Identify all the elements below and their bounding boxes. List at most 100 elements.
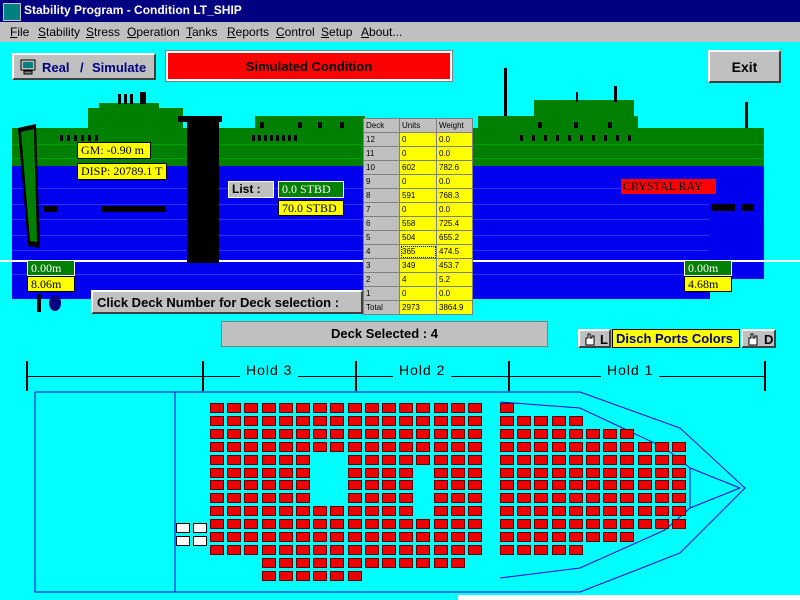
table-row: 9 0 0.0: [363, 174, 473, 189]
deck-table-header: Deck Units Weight: [363, 118, 473, 133]
hand-right-icon: [747, 332, 759, 351]
hull-opening: [102, 206, 166, 212]
deck-number-button[interactable]: 7: [363, 202, 400, 217]
weight-cell: 655.2: [436, 230, 473, 245]
deck-line: [12, 274, 709, 275]
disch-right-label: D: [764, 332, 774, 347]
menu-stress[interactable]: Stress: [86, 25, 120, 39]
deck-number-button[interactable]: 3: [363, 258, 400, 273]
real-label: Real: [42, 60, 70, 75]
list-value2: 70.0 STBD: [278, 200, 344, 216]
superstructure-left: [88, 108, 183, 128]
draft-aft-top: 0.00m: [27, 260, 75, 276]
window-edge: [458, 595, 800, 600]
menu-setup[interactable]: Setup: [321, 25, 352, 39]
vent: [118, 94, 121, 104]
units-cell: 0: [399, 286, 437, 301]
title-bar: Stability Program - Condition LT_SHIP: [0, 0, 800, 22]
exit-label: Exit: [731, 59, 758, 75]
disch-right-button[interactable]: D: [741, 329, 776, 348]
propeller-icon: [33, 292, 63, 314]
menu-bar: File Stability Stress Operation Tanks Re…: [0, 22, 800, 42]
porthole-row: [520, 135, 640, 141]
menu-about[interactable]: About...: [361, 25, 402, 39]
table-row: 7 0 0.0: [363, 202, 473, 217]
table-header-cell: Units: [399, 118, 437, 133]
disp-label: DISP: 20789.1 T: [77, 163, 167, 180]
table-row: Total 2973 3864.9: [363, 300, 473, 315]
weight-cell: 0.0: [436, 174, 473, 189]
hold-tick: [202, 361, 204, 391]
draft-aft: 8.06m: [27, 276, 75, 292]
table-row: 11 0 0.0: [363, 146, 473, 161]
deck-number-button[interactable]: 1: [363, 286, 400, 301]
window-title: Stability Program - Condition LT_SHIP: [24, 3, 242, 17]
weight-cell: 0.0: [436, 202, 473, 217]
units-cell: 0: [399, 146, 437, 161]
menu-reports[interactable]: Reports: [227, 25, 269, 39]
hold-1-label: Hold 1: [601, 362, 660, 378]
porthole: [538, 122, 542, 128]
exit-button[interactable]: Exit: [708, 50, 781, 83]
menu-operation[interactable]: Operation: [127, 25, 180, 39]
deck-plan-outline: [34, 391, 746, 593]
deck-prompt: Click Deck Number for Deck selection :: [91, 290, 363, 314]
deck-number-button: Total: [363, 300, 400, 315]
simulate-label: Simulate: [92, 60, 147, 75]
weight-cell: 3864.9: [436, 300, 473, 315]
vent: [124, 94, 127, 104]
bridge-right: [534, 100, 634, 116]
funnel: [140, 92, 146, 104]
menu-file[interactable]: File: [10, 25, 29, 39]
deck-number-button[interactable]: 6: [363, 216, 400, 231]
deck-number-button[interactable]: 11: [363, 146, 400, 161]
units-cell: 504: [399, 230, 437, 245]
deck-selected-panel: Deck Selected : 4: [221, 321, 548, 347]
deck-number-button[interactable]: 12: [363, 132, 400, 147]
computer-icon: [20, 59, 36, 75]
table-row: 8 591 768.3: [363, 188, 473, 203]
menu-control[interactable]: Control: [276, 25, 315, 39]
units-cell: 558: [399, 216, 437, 231]
deck-number-button[interactable]: 5: [363, 230, 400, 245]
hold-2-label: Hold 2: [393, 362, 452, 378]
vent: [130, 94, 133, 104]
draft-fwd: 4.68m: [684, 276, 732, 292]
porthole: [574, 122, 578, 128]
funnel-tower: [187, 122, 219, 263]
hull-opening: [742, 204, 754, 211]
deck-number-button[interactable]: 10: [363, 160, 400, 175]
deck-number-button[interactable]: 8: [363, 188, 400, 203]
deck-line: [12, 235, 709, 236]
condition-banner: Simulated Condition: [165, 50, 453, 82]
table-row: 4 365 474.5: [363, 244, 473, 259]
porthole-row: [252, 135, 297, 141]
units-cell: 591: [399, 188, 437, 203]
stern-ramp: [14, 124, 42, 250]
deck-number-button[interactable]: 9: [363, 174, 400, 189]
units-cell: 4: [399, 272, 437, 287]
list-label: List :: [228, 181, 274, 198]
porthole: [318, 122, 322, 128]
deck-number-button[interactable]: 2: [363, 272, 400, 287]
deck-line: [12, 204, 709, 205]
weight-cell: 0.0: [436, 286, 473, 301]
deck-table: Deck Units Weight 12 0 0.0 11 0 0.0 10 602 782.6 9 0 0…: [363, 118, 473, 315]
deck-line: [12, 219, 709, 220]
units-cell: 365: [399, 244, 437, 259]
disch-ports-colors: Disch Ports Colors: [612, 329, 740, 348]
disch-left-button[interactable]: L: [578, 329, 611, 348]
table-row: 1 0 0.0: [363, 286, 473, 301]
hand-left-icon: [584, 332, 596, 351]
hold-3-label: Hold 3: [240, 362, 299, 378]
hold-tick: [764, 361, 766, 391]
menu-tanks[interactable]: Tanks: [186, 25, 217, 39]
weight-cell: 5.2: [436, 272, 473, 287]
table-header-cell: Deck: [363, 118, 400, 133]
deck-number-button[interactable]: 4: [363, 244, 400, 259]
real-simulate-button[interactable]: Real / Simulate: [12, 53, 156, 80]
antenna: [576, 92, 578, 102]
weight-cell: 782.6: [436, 160, 473, 175]
condition-text: Simulated Condition: [245, 59, 373, 74]
menu-stability[interactable]: Stability: [38, 25, 80, 39]
